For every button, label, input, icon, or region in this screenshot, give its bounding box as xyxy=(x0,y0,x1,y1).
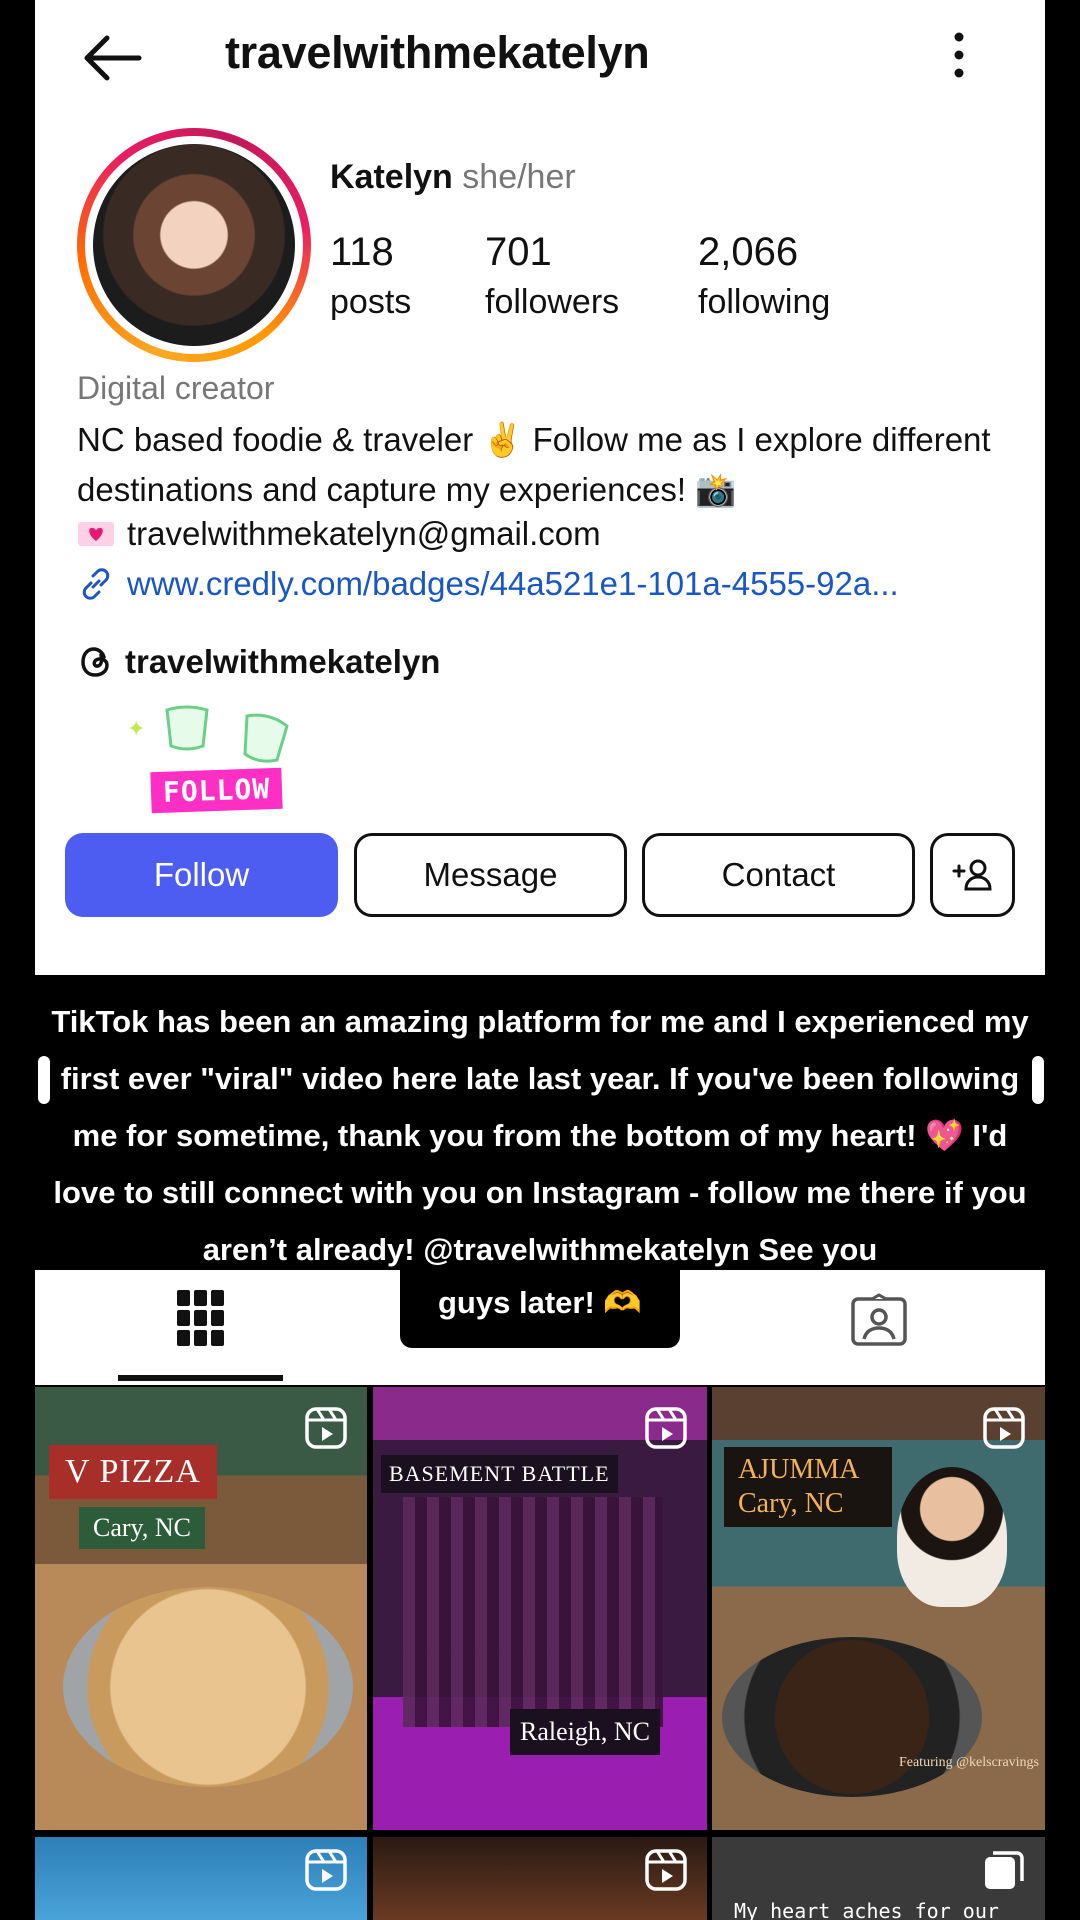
avatar-photo xyxy=(93,144,295,346)
stat-following-value: 2,066 xyxy=(698,230,799,274)
post-tile-basement-battle[interactable]: BASEMENT BATTLE Raleigh, NC xyxy=(373,1387,707,1830)
follow-button[interactable]: Follow xyxy=(65,833,338,917)
post-tile-6[interactable]: My heart aches for our xyxy=(712,1837,1045,1920)
carousel-icon xyxy=(985,1851,1024,1889)
bio-link[interactable]: www.credly.com/badges/44a521e1-101a-4555… xyxy=(77,565,899,603)
svg-text:✦: ✦ xyxy=(127,716,145,741)
category-label: Digital creator xyxy=(77,370,275,406)
tile-subtitle: Cary, NC xyxy=(738,1488,844,1519)
grid-icon[interactable] xyxy=(177,1288,225,1348)
video-caption: TikTok has been an amazing platform for … xyxy=(51,1004,1029,1267)
link-icon xyxy=(82,568,110,600)
caption-tail-text: guys later! 🫶 xyxy=(438,1285,642,1320)
back-arrow-icon[interactable] xyxy=(77,30,147,86)
post-tile-5[interactable] xyxy=(373,1837,707,1920)
threads-badge[interactable]: travelwithmekatelyn xyxy=(77,643,440,681)
pronouns: she/her xyxy=(462,158,576,196)
threads-icon xyxy=(81,647,109,677)
stat-posts[interactable]: 118 posts xyxy=(330,230,411,322)
bio-text: NC based foodie & traveler ✌️ Follow me … xyxy=(77,421,991,508)
email-line[interactable]: travelwithmekatelyn@gmail.com xyxy=(77,515,601,553)
stage-photo xyxy=(403,1497,663,1727)
more-vertical-icon[interactable] xyxy=(947,30,971,80)
stat-followers[interactable]: 701 followers xyxy=(485,230,619,322)
email-text: travelwithmekatelyn@gmail.com xyxy=(127,515,601,552)
tile-title: AJUMMA xyxy=(738,1454,860,1485)
grid-tab-indicator xyxy=(118,1375,283,1381)
profile-panel: travelwithmekatelyn Katelyn she/her 118 … xyxy=(35,0,1045,975)
link-text: www.credly.com/badges/44a521e1-101a-4555… xyxy=(127,565,899,602)
post-tile-pizza[interactable]: V PIZZA Cary, NC xyxy=(35,1387,367,1830)
tile-title: BASEMENT BATTLE xyxy=(381,1455,618,1493)
reel-icon xyxy=(305,1849,347,1891)
profile-name: Katelyn she/her xyxy=(330,158,576,197)
stat-followers-label: followers xyxy=(485,283,620,321)
tile-subtitle: Cary, NC xyxy=(79,1507,205,1549)
add-person-icon xyxy=(952,859,992,891)
stat-following-label: following xyxy=(698,283,831,321)
post-tile-4[interactable] xyxy=(35,1837,367,1920)
heart-letter-icon xyxy=(78,522,114,546)
tagged-person-icon[interactable] xyxy=(850,1293,908,1347)
message-button[interactable]: Message xyxy=(354,833,627,917)
stat-following[interactable]: 2,066 following xyxy=(698,230,830,322)
food-photo xyxy=(722,1637,982,1797)
reel-icon xyxy=(645,1849,687,1891)
pizza-photo xyxy=(63,1587,353,1787)
avatar[interactable] xyxy=(77,128,311,362)
display-name: Katelyn xyxy=(330,158,453,196)
caption-tail: guys later! 🫶 xyxy=(400,1270,680,1348)
contact-button[interactable]: Contact xyxy=(642,833,915,917)
page-title: travelwithmekatelyn xyxy=(225,27,650,78)
tile-credit: Featuring @kelscravings xyxy=(898,1755,1039,1770)
threads-handle: travelwithmekatelyn xyxy=(125,643,441,680)
hands-icon: ✦ xyxy=(127,705,289,763)
tile-title: My heart aches for our xyxy=(734,1899,999,1920)
reel-icon xyxy=(645,1407,687,1449)
tile-title-block: AJUMMA Cary, NC xyxy=(724,1447,892,1527)
tile-subtitle: Raleigh, NC xyxy=(510,1709,660,1755)
reel-icon xyxy=(305,1407,347,1449)
stat-posts-value: 118 xyxy=(330,230,394,274)
reel-icon xyxy=(983,1407,1025,1449)
stat-posts-label: posts xyxy=(330,283,412,321)
follow-sticker: ✦ FOLLOW xyxy=(127,700,357,820)
person-photo xyxy=(897,1467,1007,1607)
stat-followers-value: 701 xyxy=(485,230,552,274)
post-tile-ajumma[interactable]: AJUMMA Cary, NC Featuring @kelscravings xyxy=(712,1387,1045,1830)
suggest-users-button[interactable] xyxy=(930,833,1015,917)
sticker-text: FOLLOW xyxy=(150,767,283,814)
tile-title: V PIZZA xyxy=(49,1445,217,1499)
